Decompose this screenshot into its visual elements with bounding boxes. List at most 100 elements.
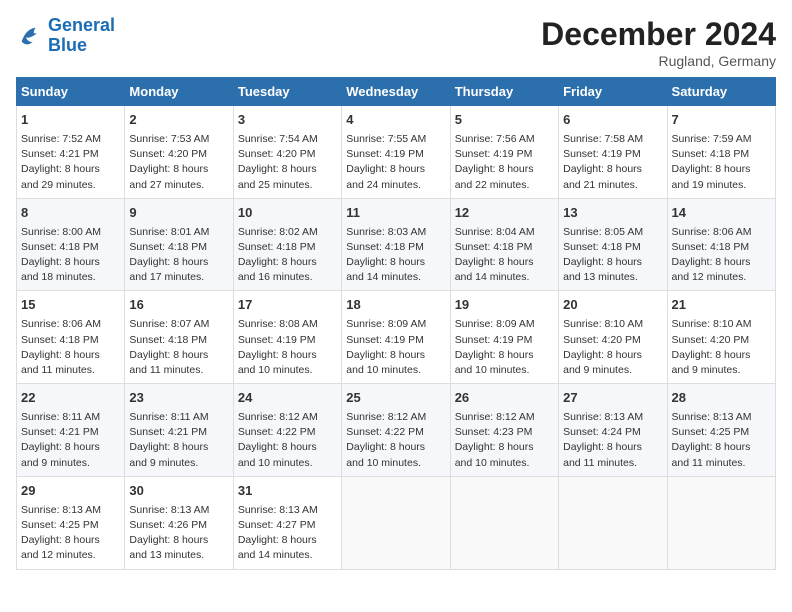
cell-info-line: Sunrise: 7:52 AM [21, 132, 120, 147]
cell-info-line: Sunrise: 8:05 AM [563, 225, 662, 240]
cell-info-line: and 29 minutes. [21, 178, 120, 193]
calendar-cell: 9Sunrise: 8:01 AMSunset: 4:18 PMDaylight… [125, 198, 233, 291]
cell-info-line: Daylight: 8 hours [21, 533, 120, 548]
day-number: 21 [672, 296, 771, 315]
cell-info-line: Daylight: 8 hours [346, 440, 445, 455]
calendar-cell: 15Sunrise: 8:06 AMSunset: 4:18 PMDayligh… [17, 291, 125, 384]
cell-info-line: and 17 minutes. [129, 270, 228, 285]
weekday-header-cell: Saturday [667, 78, 775, 106]
cell-info-line: Sunset: 4:19 PM [455, 333, 554, 348]
calendar-cell: 7Sunrise: 7:59 AMSunset: 4:18 PMDaylight… [667, 106, 775, 199]
cell-info-line: Sunset: 4:18 PM [455, 240, 554, 255]
cell-info-line: Daylight: 8 hours [129, 533, 228, 548]
cell-info-line: and 24 minutes. [346, 178, 445, 193]
calendar-week-row: 29Sunrise: 8:13 AMSunset: 4:25 PMDayligh… [17, 476, 776, 569]
cell-info-line: and 14 minutes. [238, 548, 337, 563]
calendar-cell: 21Sunrise: 8:10 AMSunset: 4:20 PMDayligh… [667, 291, 775, 384]
day-number: 20 [563, 296, 662, 315]
cell-info-line: Daylight: 8 hours [238, 440, 337, 455]
cell-info-line: Sunrise: 8:02 AM [238, 225, 337, 240]
cell-info-line: Sunrise: 8:10 AM [672, 317, 771, 332]
calendar-cell: 8Sunrise: 8:00 AMSunset: 4:18 PMDaylight… [17, 198, 125, 291]
cell-info-line: Daylight: 8 hours [563, 348, 662, 363]
cell-info-line: and 9 minutes. [563, 363, 662, 378]
cell-info-line: Daylight: 8 hours [563, 440, 662, 455]
cell-info-line: Sunrise: 8:08 AM [238, 317, 337, 332]
cell-info-line: Sunset: 4:18 PM [672, 147, 771, 162]
cell-info-line: Sunset: 4:18 PM [129, 240, 228, 255]
cell-info-line: Sunset: 4:20 PM [238, 147, 337, 162]
calendar-cell: 3Sunrise: 7:54 AMSunset: 4:20 PMDaylight… [233, 106, 341, 199]
day-number: 3 [238, 111, 337, 130]
cell-info-line: Daylight: 8 hours [238, 533, 337, 548]
cell-info-line: Sunset: 4:26 PM [129, 518, 228, 533]
page-header: General Blue December 2024 Rugland, Germ… [16, 16, 776, 69]
cell-info-line: Daylight: 8 hours [238, 255, 337, 270]
weekday-header-cell: Wednesday [342, 78, 450, 106]
calendar-cell: 24Sunrise: 8:12 AMSunset: 4:22 PMDayligh… [233, 384, 341, 477]
cell-info-line: Daylight: 8 hours [129, 440, 228, 455]
cell-info-line: Daylight: 8 hours [238, 162, 337, 177]
day-number: 19 [455, 296, 554, 315]
calendar-cell: 18Sunrise: 8:09 AMSunset: 4:19 PMDayligh… [342, 291, 450, 384]
calendar-cell: 20 Sunrise: 8:10 AMSunset: 4:20 PMDayligh… [559, 291, 667, 384]
cell-info-line: and 12 minutes. [672, 270, 771, 285]
cell-info-line: Sunset: 4:19 PM [238, 333, 337, 348]
day-number: 9 [129, 204, 228, 223]
cell-info-line: Sunset: 4:21 PM [21, 425, 120, 440]
calendar-cell: 10Sunrise: 8:02 AMSunset: 4:18 PMDayligh… [233, 198, 341, 291]
cell-info-line: Sunset: 4:22 PM [238, 425, 337, 440]
cell-info-line: Daylight: 8 hours [672, 348, 771, 363]
calendar-cell: 25Sunrise: 8:12 AMSunset: 4:22 PMDayligh… [342, 384, 450, 477]
cell-info-line: and 9 minutes. [672, 363, 771, 378]
day-number: 25 [346, 389, 445, 408]
cell-info-line: Sunrise: 8:06 AM [21, 317, 120, 332]
day-number: 27 [563, 389, 662, 408]
cell-info-line: Sunset: 4:25 PM [21, 518, 120, 533]
day-number: 26 [455, 389, 554, 408]
calendar-cell: 12Sunrise: 8:04 AMSunset: 4:18 PMDayligh… [450, 198, 558, 291]
weekday-header-cell: Thursday [450, 78, 558, 106]
logo-text: General Blue [48, 16, 115, 56]
cell-info-line: Daylight: 8 hours [672, 162, 771, 177]
calendar-cell: 31Sunrise: 8:13 AMSunset: 4:27 PMDayligh… [233, 476, 341, 569]
cell-info-line: Sunrise: 8:13 AM [563, 410, 662, 425]
cell-info-line: Daylight: 8 hours [21, 348, 120, 363]
cell-info-line: and 13 minutes. [129, 548, 228, 563]
cell-info-line: Sunrise: 8:09 AM [455, 317, 554, 332]
cell-info-line: and 13 minutes. [563, 270, 662, 285]
cell-info-line: Daylight: 8 hours [455, 440, 554, 455]
cell-info-line: Sunset: 4:23 PM [455, 425, 554, 440]
day-number: 5 [455, 111, 554, 130]
cell-info-line: Daylight: 8 hours [672, 440, 771, 455]
cell-info-line: Daylight: 8 hours [129, 162, 228, 177]
cell-info-line: Sunset: 4:18 PM [672, 240, 771, 255]
day-number: 29 [21, 482, 120, 501]
cell-info-line: Sunrise: 7:58 AM [563, 132, 662, 147]
cell-info-line: Sunrise: 8:13 AM [129, 503, 228, 518]
cell-info-line: and 9 minutes. [129, 456, 228, 471]
cell-info-line: Sunrise: 8:07 AM [129, 317, 228, 332]
cell-info-line: and 11 minutes. [129, 363, 228, 378]
cell-info-line: and 11 minutes. [21, 363, 120, 378]
cell-info-line: Sunrise: 8:00 AM [21, 225, 120, 240]
weekday-header-cell: Friday [559, 78, 667, 106]
logo: General Blue [16, 16, 115, 56]
calendar-cell: 26Sunrise: 8:12 AMSunset: 4:23 PMDayligh… [450, 384, 558, 477]
logo-icon [16, 22, 44, 50]
calendar-cell: 11Sunrise: 8:03 AMSunset: 4:18 PMDayligh… [342, 198, 450, 291]
cell-info-line: Sunset: 4:25 PM [672, 425, 771, 440]
day-number: 2 [129, 111, 228, 130]
calendar-cell: 23Sunrise: 8:11 AMSunset: 4:21 PMDayligh… [125, 384, 233, 477]
cell-info-line: Sunrise: 8:10 AM [563, 317, 662, 332]
cell-info-line: Sunset: 4:20 PM [563, 333, 662, 348]
cell-info-line: and 21 minutes. [563, 178, 662, 193]
cell-info-line: and 11 minutes. [672, 456, 771, 471]
cell-info-line: and 27 minutes. [129, 178, 228, 193]
calendar-cell [342, 476, 450, 569]
calendar-cell: 19Sunrise: 8:09 AMSunset: 4:19 PMDayligh… [450, 291, 558, 384]
day-number: 15 [21, 296, 120, 315]
day-number: 22 [21, 389, 120, 408]
cell-info-line: and 10 minutes. [238, 456, 337, 471]
day-number: 6 [563, 111, 662, 130]
